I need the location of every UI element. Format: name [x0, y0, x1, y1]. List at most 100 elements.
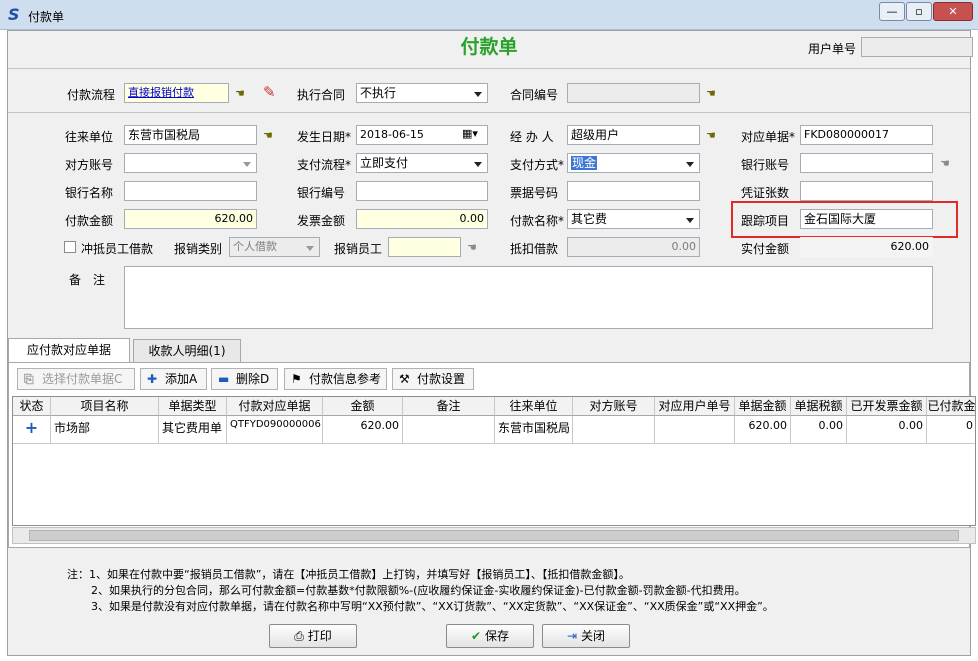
scrollbar-thumb[interactable]	[29, 530, 959, 541]
table-cell[interactable]	[655, 416, 735, 444]
delete-button[interactable]: ▬ 删除D	[211, 368, 278, 390]
col-header-invoiced[interactable]: 已开发票金额	[847, 397, 927, 416]
close-label: 关闭	[581, 629, 606, 643]
pay-info-ref-label: 付款信息参考	[309, 372, 382, 386]
opp-account-select[interactable]	[124, 153, 257, 173]
actual-amount-field: 620.00	[800, 237, 933, 257]
pay-flow-select[interactable]: 立即支付	[356, 153, 488, 173]
add-button[interactable]: ✚ 添加A	[140, 368, 207, 390]
bill-no-field[interactable]	[567, 181, 700, 201]
table-cell[interactable]: 市场部	[51, 416, 159, 444]
payment-grid[interactable]: 状态 项目名称 单据类型 付款对应单据 金额 备注 往来单位 对方账号 对应用户…	[12, 396, 976, 526]
col-header-paid[interactable]: 已付款金	[927, 397, 975, 416]
remark-textarea[interactable]	[124, 266, 933, 329]
col-header-item[interactable]: 项目名称	[51, 397, 159, 416]
table-cell[interactable]	[573, 416, 655, 444]
picker-hand-icon[interactable]: ☚	[467, 242, 483, 254]
table-cell[interactable]: 0.00	[847, 416, 927, 444]
bank-account-field[interactable]	[800, 153, 933, 173]
actual-amount-label: 实付金额	[741, 242, 790, 256]
tab-payee-details[interactable]: 收款人明细(1)	[133, 339, 241, 363]
select-docs-label: 选择付款单据C	[42, 372, 123, 386]
table-cell[interactable]: QTFYD090000006	[227, 416, 323, 444]
payment-flow-field[interactable]: 直接报销付款	[124, 83, 229, 103]
remark-label: 备 注	[69, 273, 106, 287]
reimb-staff-field[interactable]	[388, 237, 461, 257]
payment-flow-label: 付款流程	[67, 88, 116, 102]
opp-account-label: 对方账号	[65, 158, 114, 172]
pay-settings-button[interactable]: ⚒ 付款设置	[392, 368, 474, 390]
row-status-plus-icon[interactable]: +	[13, 416, 51, 444]
picker-hand-icon[interactable]: ☚	[235, 88, 251, 100]
pay-settings-label: 付款设置	[417, 372, 466, 386]
document-icon: ⎘	[24, 372, 34, 386]
pay-info-ref-button[interactable]: ⚑ 付款信息参考	[284, 368, 387, 390]
horizontal-scrollbar[interactable]	[12, 527, 976, 544]
reimb-staff-label: 报销员工	[334, 242, 383, 256]
note-line: 3、如果是付款没有对应付款单据，请在付款名称中写明“XX预付款”、“XX订货款”…	[91, 600, 774, 613]
invoice-amount-field[interactable]: 0.00	[356, 209, 488, 229]
col-header-user-doc[interactable]: 对应用户单号	[655, 397, 735, 416]
bank-name-field[interactable]	[124, 181, 257, 201]
handler-field[interactable]: 超级用户	[567, 125, 700, 145]
print-button[interactable]: ⎙ 打印	[269, 624, 357, 648]
ref-doc-field[interactable]: FKD080000017	[800, 125, 933, 145]
exit-icon: ⇥	[566, 629, 578, 643]
track-item-field[interactable]: 金石国际大厦	[800, 209, 933, 229]
pay-method-select[interactable]: 现金	[567, 153, 700, 173]
bank-no-field[interactable]	[356, 181, 488, 201]
bank-account-label: 银行账号	[741, 158, 790, 172]
counterparty-field[interactable]: 东营市国税局	[124, 125, 257, 145]
pay-name-select[interactable]: 其它费	[567, 209, 700, 229]
deduct-loan-field[interactable]: 0.00	[567, 237, 700, 257]
calendar-icon[interactable]: ▦▾	[462, 127, 478, 140]
picker-hand-icon[interactable]: ☚	[263, 130, 279, 142]
col-header-doc-type[interactable]: 单据类型	[159, 397, 227, 416]
voucher-count-field[interactable]	[800, 181, 933, 201]
tab-payable-docs[interactable]: 应付款对应单据	[8, 338, 130, 363]
table-cell[interactable]	[403, 416, 495, 444]
col-header-opp-account[interactable]: 对方账号	[573, 397, 655, 416]
table-cell[interactable]: 0	[927, 416, 975, 444]
delete-label: 删除D	[236, 372, 270, 386]
ref-doc-label: 对应单据*	[741, 130, 796, 144]
user-doc-no-field[interactable]	[861, 37, 973, 57]
minimize-button[interactable]: —	[879, 2, 905, 21]
pay-method-label: 支付方式*	[510, 158, 565, 172]
picker-hand-icon[interactable]: ☚	[706, 130, 722, 142]
handler-label: 经 办 人	[510, 130, 554, 144]
app-icon: S	[8, 5, 20, 24]
col-header-pay-doc[interactable]: 付款对应单据	[227, 397, 323, 416]
table-cell[interactable]: 0.00	[791, 416, 847, 444]
picker-hand-icon[interactable]: ☚	[940, 158, 956, 170]
col-header-status[interactable]: 状态	[13, 397, 51, 416]
col-header-doc-tax[interactable]: 单据税额	[791, 397, 847, 416]
col-header-doc-amount[interactable]: 单据金额	[735, 397, 791, 416]
table-cell[interactable]: 620.00	[735, 416, 791, 444]
flag-icon: ⚑	[291, 372, 302, 386]
save-button[interactable]: ✔ 保存	[446, 624, 534, 648]
plus-icon: ✚	[147, 372, 158, 386]
close-window-button[interactable]: ✕	[933, 2, 973, 21]
table-cell[interactable]: 其它费用单	[159, 416, 227, 444]
col-header-counterparty[interactable]: 往来单位	[495, 397, 573, 416]
checkmark-icon: ✔	[470, 629, 482, 643]
table-cell[interactable]: 东营市国税局	[495, 416, 573, 444]
col-header-remark[interactable]: 备注	[403, 397, 495, 416]
edit-pen-icon[interactable]: ✎	[263, 83, 276, 101]
table-cell[interactable]: 620.00	[323, 416, 403, 444]
bank-no-label: 银行编号	[297, 186, 346, 200]
payment-flow-link[interactable]: 直接报销付款	[128, 86, 194, 99]
contract-no-field[interactable]	[567, 83, 700, 103]
offset-loan-checkbox[interactable]	[64, 241, 76, 253]
note-line: 注：1、如果在付款中要“报销员工借款”，请在【冲抵员工借款】上打钩，并填写好【报…	[67, 568, 630, 581]
close-button[interactable]: ⇥ 关闭	[542, 624, 630, 648]
maximize-button[interactable]: ▫	[906, 2, 932, 21]
reimb-type-select[interactable]: 个人借款	[229, 237, 320, 257]
picker-hand-icon[interactable]: ☚	[706, 88, 722, 100]
col-header-amount[interactable]: 金额	[323, 397, 403, 416]
pay-amount-field[interactable]: 620.00	[124, 209, 257, 229]
window-title: 付款单	[28, 10, 65, 24]
exec-contract-select[interactable]: 不执行	[356, 83, 488, 103]
select-docs-button[interactable]: ⎘ 选择付款单据C	[17, 368, 135, 390]
